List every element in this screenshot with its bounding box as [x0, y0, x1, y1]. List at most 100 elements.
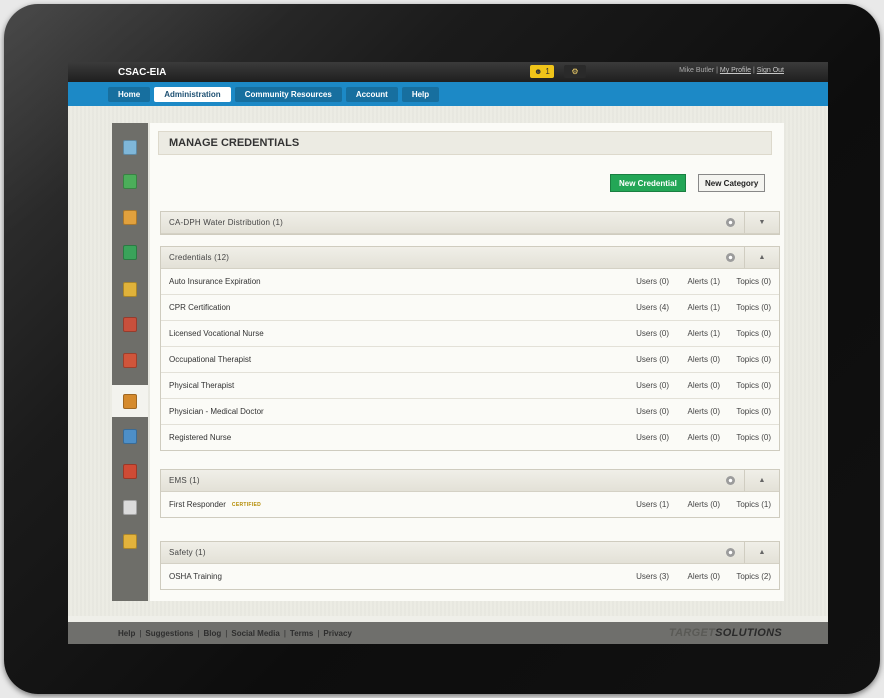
alerts-link[interactable]: Alerts (1) — [688, 329, 720, 338]
my-profile-link[interactable]: My Profile — [720, 67, 751, 74]
alerts-link[interactable]: Alerts (0) — [688, 381, 720, 390]
topics-link[interactable]: Topics (2) — [736, 572, 771, 581]
users-link[interactable]: Users (0) — [636, 277, 669, 286]
footer-link-privacy[interactable]: Privacy — [323, 629, 351, 638]
notification-count: 1 — [545, 67, 550, 76]
credential-name[interactable]: Occupational Therapist — [169, 355, 251, 364]
edit-icon — [123, 499, 137, 515]
users-link[interactable]: Users (0) — [636, 407, 669, 416]
expand-icon[interactable]: ▼ — [744, 212, 779, 233]
topics-link[interactable]: Topics (0) — [736, 407, 771, 416]
gear-icon[interactable] — [726, 218, 735, 227]
credential-name[interactable]: First Responder — [169, 500, 226, 509]
credential-category: Safety (1) ▲ OSHA Training Users (3) Alerts … — [160, 541, 780, 590]
users-icon — [123, 209, 137, 225]
tab-administration[interactable]: Administration — [154, 86, 231, 102]
category-header[interactable]: Credentials (12) ▲ — [161, 247, 779, 269]
credential-name[interactable]: CPR Certification — [169, 303, 230, 312]
collapse-icon[interactable]: ▲ — [744, 542, 779, 563]
tab-home[interactable]: Home — [108, 86, 151, 102]
sidebar-item[interactable] — [112, 455, 148, 487]
users-link[interactable]: Users (3) — [636, 572, 669, 581]
topics-link[interactable]: Topics (0) — [736, 381, 771, 390]
credentials-icon — [123, 393, 137, 409]
dashboard-icon — [123, 139, 137, 155]
credential-name[interactable]: Auto Insurance Expiration — [169, 277, 261, 286]
sidebar-item[interactable] — [112, 525, 148, 557]
certified-badge: CERTIFIED — [231, 501, 262, 508]
presence-icon[interactable]: ⚙ — [564, 65, 586, 78]
sidebar-item[interactable] — [112, 491, 148, 523]
user-alert-icon: ☻ — [534, 67, 543, 76]
credential-name[interactable]: Physician - Medical Doctor — [169, 407, 264, 416]
credential-row: Registered Nurse Users (0) Alerts (0) Topic… — [161, 425, 779, 450]
sidebar-item[interactable] — [112, 420, 148, 452]
alerts-link[interactable]: Alerts (0) — [688, 500, 720, 509]
separator: | — [283, 628, 286, 638]
footer-link-terms[interactable]: Terms — [290, 629, 313, 638]
topics-link[interactable]: Topics (1) — [736, 500, 771, 509]
gear-icon[interactable] — [726, 548, 735, 557]
topics-link[interactable]: Topics (0) — [736, 355, 771, 364]
sign-out-link[interactable]: Sign Out — [757, 67, 784, 74]
footer-link-suggestions[interactable]: Suggestions — [145, 629, 193, 638]
credential-category: EMS (1) ▲ First Responder CERTIFIED Users (1… — [160, 469, 780, 518]
alerts-link[interactable]: Alerts (0) — [688, 407, 720, 416]
sidebar-item[interactable] — [112, 273, 148, 305]
new-category-button[interactable]: New Category — [698, 174, 766, 192]
add-record-icon — [123, 244, 137, 260]
users-link[interactable]: Users (0) — [636, 329, 669, 338]
credential-name[interactable]: Physical Therapist — [169, 381, 234, 390]
new-credential-button[interactable]: New Credential — [610, 174, 686, 192]
alerts-link[interactable]: Alerts (0) — [688, 433, 720, 442]
users-link[interactable]: Users (0) — [636, 381, 669, 390]
category-header[interactable]: CA-DPH Water Distribution (1) ▼ — [161, 212, 779, 234]
tab-help[interactable]: Help — [401, 86, 440, 102]
sidebar-item[interactable] — [112, 344, 148, 376]
settings-document-icon — [123, 428, 137, 444]
users-link[interactable]: Users (0) — [636, 433, 669, 442]
side-toolbar — [112, 123, 148, 601]
category-header[interactable]: Safety (1) ▲ — [161, 542, 779, 564]
notification-button[interactable]: ☻ 1 — [530, 65, 554, 78]
topics-link[interactable]: Topics (0) — [736, 433, 771, 442]
tab-account[interactable]: Account — [345, 86, 398, 102]
alerts-link[interactable]: Alerts (0) — [688, 355, 720, 364]
sidebar-item[interactable] — [112, 165, 148, 197]
separator: | — [225, 628, 228, 638]
topics-link[interactable]: Topics (0) — [736, 329, 771, 338]
gear-icon[interactable] — [726, 476, 735, 485]
sidebar-item[interactable] — [112, 385, 148, 417]
alerts-link[interactable]: Alerts (0) — [688, 572, 720, 581]
collapse-icon[interactable]: ▲ — [744, 470, 779, 491]
category-header[interactable]: EMS (1) ▲ — [161, 470, 779, 492]
topics-link[interactable]: Topics (0) — [736, 303, 771, 312]
gear-icon[interactable] — [726, 253, 735, 262]
credential-category: Credentials (12) ▲ Auto Insurance Expirati… — [160, 246, 780, 451]
users-link[interactable]: Users (0) — [636, 355, 669, 364]
footer-links: Help | Suggestions | Blog | Social Media | Terms… — [118, 629, 352, 638]
credential-name[interactable]: OSHA Training — [169, 572, 222, 581]
sidebar-item[interactable] — [112, 131, 148, 163]
credential-row: Physician - Medical Doctor Users (0) Alert… — [161, 399, 779, 425]
alerts-link[interactable]: Alerts (1) — [688, 303, 720, 312]
approval-icon — [123, 352, 137, 368]
topics-link[interactable]: Topics (0) — [736, 277, 771, 286]
tab-community-resources[interactable]: Community Resources — [234, 86, 342, 102]
category-title: Credentials (12) — [169, 253, 230, 262]
footer-link-help[interactable]: Help — [118, 629, 135, 638]
credential-row: Physical Therapist Users (0) Alerts (0) Top… — [161, 373, 779, 399]
alerts-link[interactable]: Alerts (1) — [688, 277, 720, 286]
footer: Help | Suggestions | Blog | Social Media | Terms… — [68, 622, 828, 644]
collapse-icon[interactable]: ▲ — [744, 247, 779, 268]
sidebar-item[interactable] — [112, 201, 148, 233]
credential-name[interactable]: Licensed Vocational Nurse — [169, 329, 264, 338]
credential-name[interactable]: Registered Nurse — [169, 433, 231, 442]
footer-link-blog[interactable]: Blog — [204, 629, 222, 638]
sidebar-item[interactable] — [112, 236, 148, 268]
sidebar-item[interactable] — [112, 308, 148, 340]
users-link[interactable]: Users (4) — [636, 303, 669, 312]
users-link[interactable]: Users (1) — [636, 500, 669, 509]
separator: | — [752, 67, 755, 74]
footer-link-social-media[interactable]: Social Media — [231, 629, 279, 638]
